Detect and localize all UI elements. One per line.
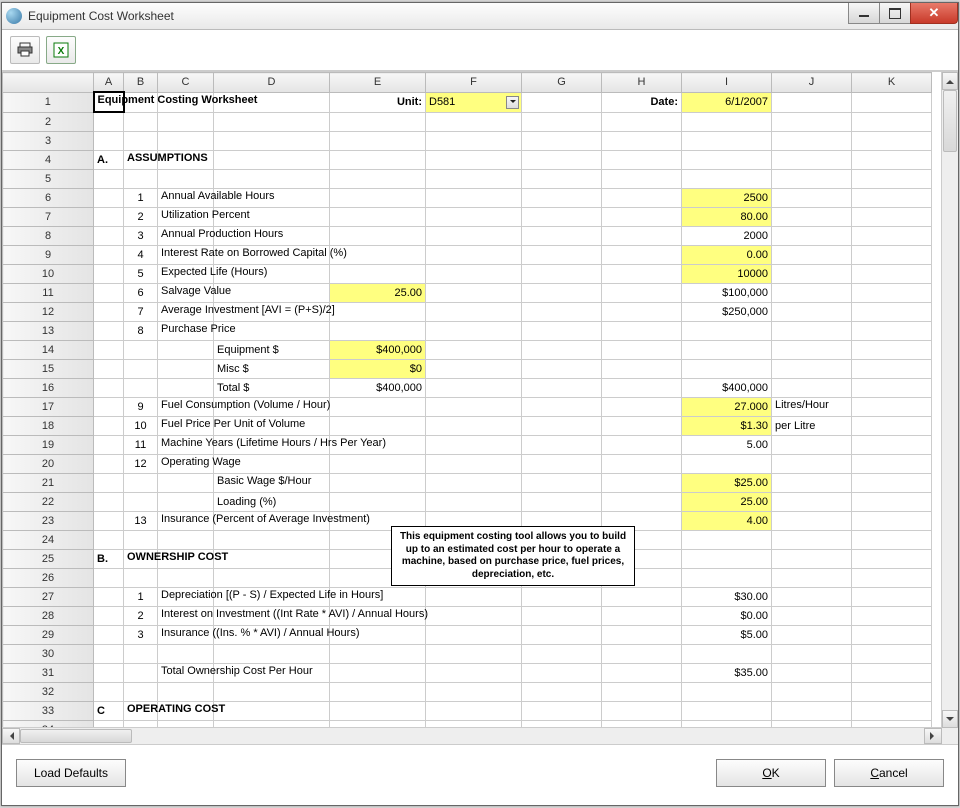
vscroll-thumb[interactable]	[943, 90, 957, 152]
horizontal-scrollbar[interactable]	[2, 727, 942, 744]
load-defaults-button[interactable]: Load Defaults	[16, 759, 126, 787]
dialog-window: Equipment Cost Worksheet ✕ X ABCDEFGHIJK	[1, 2, 959, 806]
ok-button[interactable]: OK	[716, 759, 826, 787]
svg-text:X: X	[58, 46, 65, 57]
dialog-footer: Load Defaults OK Cancel	[2, 744, 958, 801]
cancel-button[interactable]: Cancel	[834, 759, 944, 787]
scroll-up-button[interactable]	[942, 72, 958, 90]
tooltip-note: This equipment costing tool allows you t…	[391, 526, 635, 586]
title-bar[interactable]: Equipment Cost Worksheet ✕	[2, 3, 958, 30]
date-cell[interactable]: 6/1/2007	[682, 92, 772, 112]
minimize-button[interactable]	[848, 3, 880, 24]
close-button[interactable]: ✕	[910, 3, 958, 24]
toolbar: X	[2, 30, 958, 71]
maximize-button[interactable]	[879, 3, 911, 24]
vertical-scrollbar[interactable]	[941, 72, 958, 728]
excel-icon: X	[53, 42, 69, 58]
window-title: Equipment Cost Worksheet	[28, 9, 174, 23]
spreadsheet-area: ABCDEFGHIJK 1 Equipment Costing Workshee…	[2, 71, 958, 744]
hscroll-thumb[interactable]	[20, 729, 132, 743]
scroll-right-button[interactable]	[924, 728, 942, 744]
print-button[interactable]	[10, 36, 40, 64]
printer-icon	[17, 42, 33, 58]
spreadsheet-grid[interactable]: ABCDEFGHIJK 1 Equipment Costing Workshee…	[2, 72, 942, 728]
column-headers[interactable]: ABCDEFGHIJK	[3, 73, 932, 93]
globe-icon	[6, 8, 22, 24]
unit-dropdown[interactable]: D581	[426, 92, 522, 112]
scroll-down-button[interactable]	[942, 710, 958, 728]
cell-A1[interactable]: Equipment Costing Worksheet	[94, 92, 124, 112]
scroll-left-button[interactable]	[2, 728, 20, 744]
export-excel-button[interactable]: X	[46, 36, 76, 64]
